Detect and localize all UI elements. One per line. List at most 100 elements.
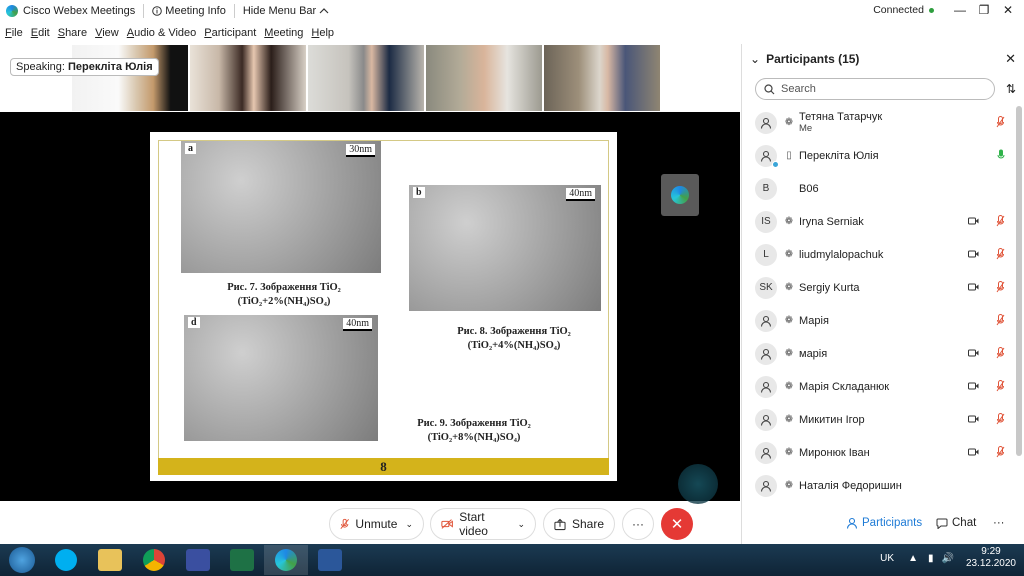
more-options-button[interactable]: ···	[622, 508, 654, 540]
person-icon	[760, 348, 772, 360]
sort-icon[interactable]: ⇅	[1006, 82, 1016, 96]
tray-arrow-icon[interactable]: ▲	[908, 553, 918, 564]
language-indicator[interactable]: UK	[880, 553, 894, 564]
participant-row[interactable]: ❁ Наталія Федоришин	[742, 469, 1017, 502]
chevron-down-icon[interactable]: ⌄	[517, 519, 525, 530]
meeting-info-label: Meeting Info	[165, 5, 226, 17]
avatar	[755, 144, 779, 168]
participant-info: Iryna Serniak	[799, 216, 864, 228]
video-camera-icon	[968, 282, 979, 294]
taskbar-excel[interactable]	[220, 545, 264, 575]
person-icon	[760, 117, 772, 129]
avatar-initials: SK	[759, 282, 773, 293]
video-thumbnail[interactable]	[72, 45, 190, 111]
taskbar-chrome[interactable]	[132, 545, 176, 575]
leave-meeting-button[interactable]: ✕	[661, 508, 693, 540]
menu-participant[interactable]: Participant	[204, 27, 256, 39]
caption-line: Рис. 7. Зображення TiO₂	[227, 282, 341, 293]
participant-row[interactable]: ❁ Тетяна Татарчук Me	[742, 106, 1017, 139]
share-control-button[interactable]	[661, 174, 699, 216]
close-icon[interactable]: ✕	[996, 0, 1020, 20]
menu-file[interactable]: File	[5, 27, 23, 39]
video-camera-icon	[968, 381, 979, 393]
headset-icon: ❁	[784, 480, 794, 491]
taskbar-webex[interactable]	[264, 545, 308, 575]
speaking-indicator: Speaking: Перекліта Юлія	[10, 58, 159, 76]
participant-info: Наталія Федоришин	[799, 480, 902, 492]
taskbar-word[interactable]	[308, 545, 352, 575]
title-bar: Cisco Webex Meetings Meeting Info Hide M…	[0, 0, 1024, 22]
participant-info: Перекліта Юлія	[799, 150, 879, 162]
meeting-info-button[interactable]: Meeting Info	[152, 5, 226, 17]
video-thumbnails	[72, 45, 662, 111]
menu-view[interactable]: View	[95, 27, 119, 39]
headset-icon: ❁	[784, 447, 794, 458]
participant-name: Перекліта Юлія	[799, 149, 879, 162]
window-controls: — ❐ ✕	[948, 0, 1020, 20]
participant-row[interactable]: ❁ Марія Складанюк	[742, 370, 1017, 403]
video-camera-icon	[968, 249, 979, 261]
tab-chat[interactable]: Chat	[936, 517, 976, 529]
menu-help[interactable]: Help	[311, 27, 334, 39]
avatar	[755, 309, 777, 332]
video-camera-icon	[968, 447, 979, 459]
participant-row[interactable]: ▯ Перекліта Юлія	[742, 139, 1017, 172]
video-camera-icon	[968, 414, 979, 426]
shared-content-area[interactable]: a 30nm b 40nm d 40nm Рис. 7. Зображення …	[0, 112, 740, 501]
slide-page-number: 8	[380, 458, 387, 474]
menu-edit[interactable]: Edit	[31, 27, 50, 39]
meeting-stage: Speaking: Перекліта Юлія a 30nm b 40nm d	[0, 44, 740, 504]
mic-muted-icon	[996, 347, 1005, 359]
taskbar-explorer[interactable]	[88, 545, 132, 575]
skype-icon	[55, 549, 77, 571]
taskbar-skype[interactable]	[44, 545, 88, 575]
participant-row[interactable]: ❁ Микитин Ігор	[742, 403, 1017, 436]
participant-row[interactable]: ❁ Марія	[742, 304, 1017, 337]
panel-label: b	[413, 187, 425, 198]
minimize-icon[interactable]: —	[948, 0, 972, 20]
start-video-button[interactable]: Start video ⌄	[430, 508, 536, 540]
close-panel-icon[interactable]: ✕	[1005, 51, 1016, 67]
participant-search-input[interactable]: Search	[755, 78, 995, 100]
hide-menu-bar-button[interactable]: Hide Menu Bar	[243, 5, 332, 17]
tab-participants[interactable]: Participants	[846, 517, 922, 529]
clock[interactable]: 9:29 23.12.2020	[966, 546, 1016, 570]
menu-audio-video[interactable]: Audio & Video	[127, 27, 197, 39]
scrollbar[interactable]	[1016, 106, 1022, 456]
menu-share[interactable]: Share	[58, 27, 87, 39]
participant-row[interactable]: L ❁ liudmylalopachuk	[742, 238, 1017, 271]
video-thumbnail[interactable]	[544, 45, 662, 111]
participant-row[interactable]: ❁ марія	[742, 337, 1017, 370]
share-button[interactable]: Share	[543, 508, 615, 540]
video-thumbnail[interactable]	[190, 45, 308, 111]
restore-icon[interactable]: ❐	[972, 0, 996, 20]
more-tabs-button[interactable]: ···	[993, 517, 1005, 529]
tab-participants-label: Participants	[862, 517, 923, 529]
participant-row[interactable]: ❁ Миронюк Іван	[742, 436, 1017, 469]
panel-header[interactable]: ⌄ Participants (15)	[742, 44, 1024, 74]
unmute-button[interactable]: Unmute ⌄	[329, 508, 424, 540]
start-button[interactable]	[0, 545, 44, 575]
video-thumbnail[interactable]	[308, 45, 426, 111]
taskbar-save[interactable]	[176, 545, 220, 575]
connection-status-text: Connected	[873, 4, 924, 16]
shared-slide: a 30nm b 40nm d 40nm Рис. 7. Зображення …	[150, 132, 617, 481]
volume-icon[interactable]: 🔊	[941, 553, 953, 564]
floating-webex-indicator[interactable]	[678, 464, 718, 504]
network-icon[interactable]: ▮	[928, 553, 934, 564]
video-thumbnail[interactable]	[426, 45, 544, 111]
chevron-down-icon[interactable]: ⌄	[405, 519, 413, 530]
chat-icon	[936, 518, 948, 529]
divider	[143, 4, 145, 18]
word-icon	[318, 549, 342, 571]
participant-row[interactable]: IS ❁ Iryna Serniak	[742, 205, 1017, 238]
chevron-down-icon[interactable]: ⌄	[750, 52, 760, 66]
participant-row[interactable]: SK ❁ Sergiy Kurta	[742, 271, 1017, 304]
participant-info: Миронюк Іван	[799, 447, 870, 459]
participant-name: Sergiy Kurta	[799, 281, 860, 294]
participant-row[interactable]: B B06	[742, 172, 1017, 205]
scale-bar-label: 40nm	[566, 188, 595, 201]
menu-meeting[interactable]: Meeting	[264, 27, 303, 39]
mic-muted-icon	[340, 518, 349, 530]
person-icon	[846, 517, 858, 529]
